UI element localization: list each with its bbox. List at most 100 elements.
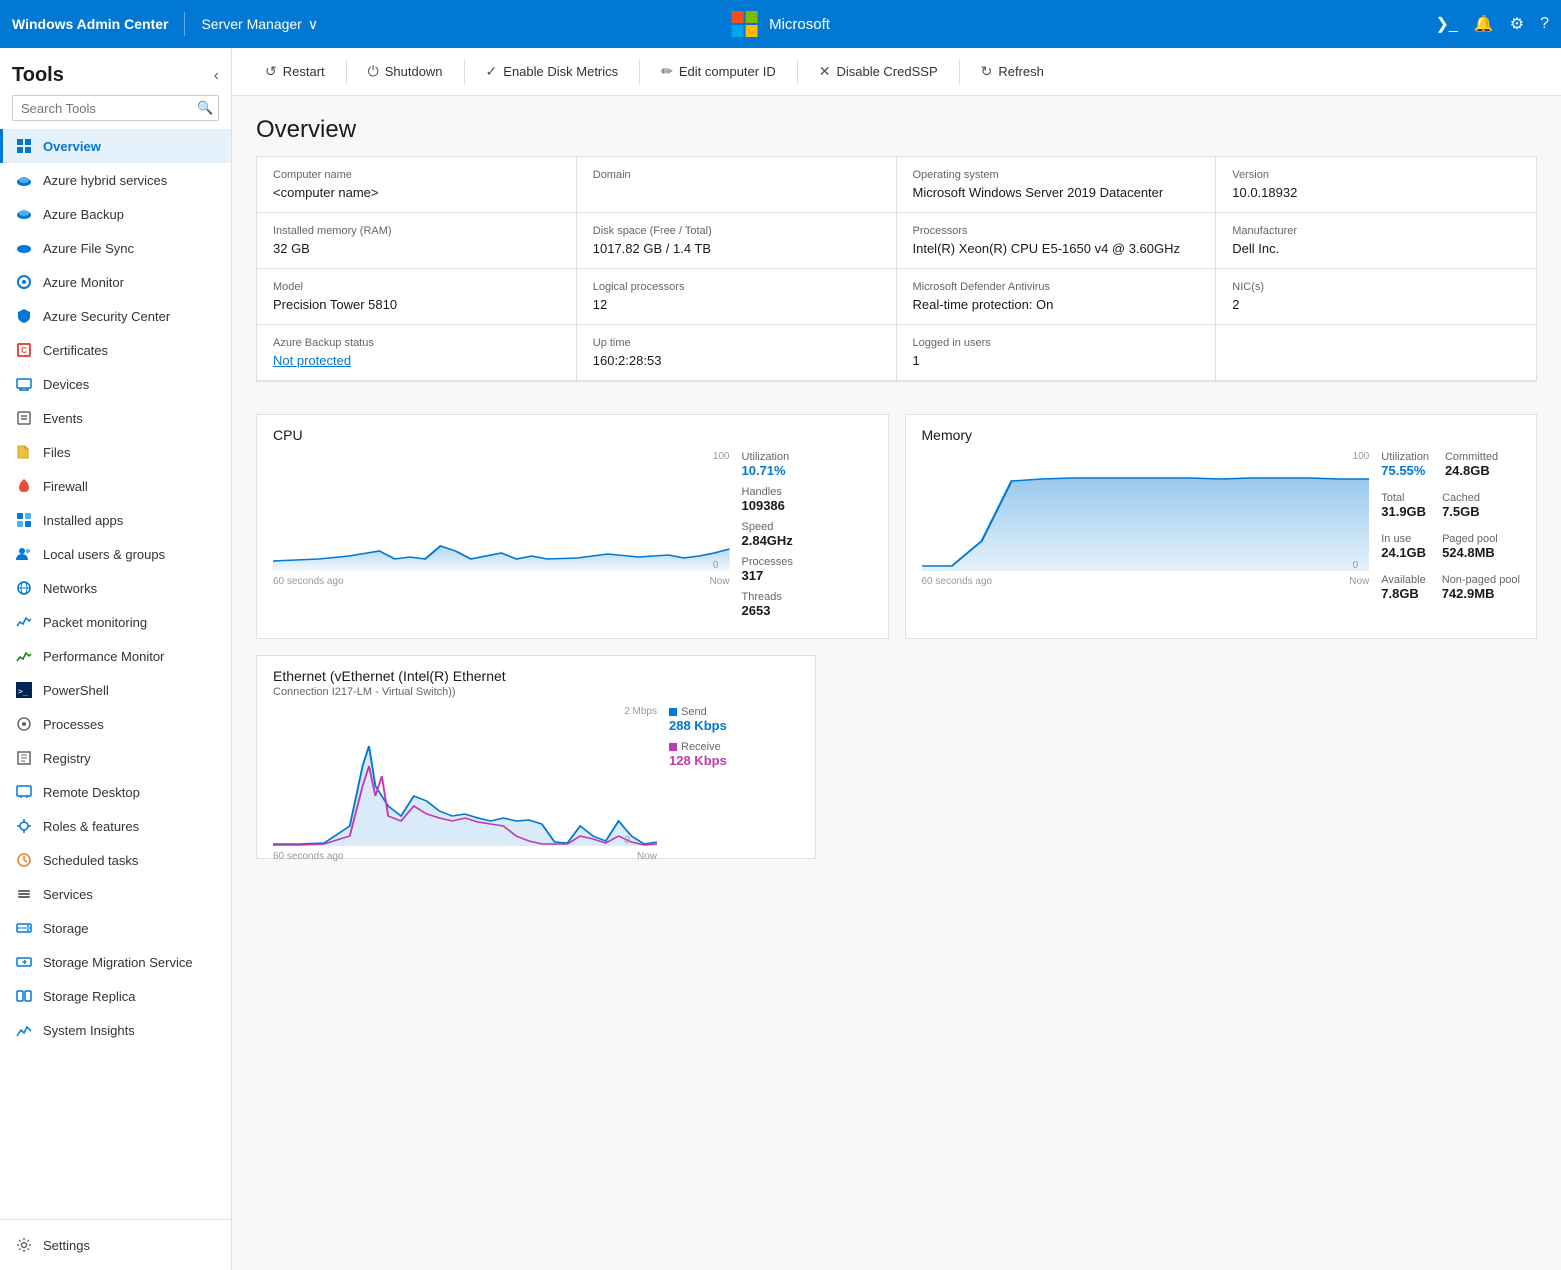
sidebar-item-azure-backup[interactable]: Azure Backup	[0, 197, 231, 231]
packet-monitoring-icon	[15, 613, 33, 631]
sidebar-item-certificates[interactable]: C Certificates	[0, 333, 231, 367]
sidebar-label-registry: Registry	[43, 751, 91, 766]
sidebar-item-installed-apps[interactable]: Installed apps	[0, 503, 231, 537]
toolbar-divider	[464, 60, 465, 84]
disable-credssp-button[interactable]: ✕Disable CredSSP	[806, 56, 951, 87]
memory-stat-1: Committed 24.8GB	[1445, 451, 1498, 478]
sidebar-item-settings[interactable]: Settings	[12, 1228, 219, 1262]
performance-monitor-icon	[15, 647, 33, 665]
shutdown-label: Shutdown	[385, 64, 443, 79]
sidebar-item-azure-file-sync[interactable]: Azure File Sync	[0, 231, 231, 265]
sidebar-item-services[interactable]: Services	[0, 877, 231, 911]
sidebar-item-local-users[interactable]: Local users & groups	[0, 537, 231, 571]
shutdown-button[interactable]: ⏻Shutdown	[355, 56, 456, 87]
sidebar-item-azure-security[interactable]: Azure Security Center	[0, 299, 231, 333]
logo-yellow	[745, 25, 757, 37]
info-label-2-3: NIC(s)	[1232, 281, 1520, 293]
info-label-3-2: Logged in users	[913, 337, 1200, 349]
sidebar-item-azure-hybrid[interactable]: Azure hybrid services	[0, 163, 231, 197]
microsoft-logo: Microsoft	[731, 11, 830, 37]
server-manager-dropdown[interactable]: Server Manager ∨	[201, 16, 318, 33]
sidebar-item-scheduled-tasks[interactable]: Scheduled tasks	[0, 843, 231, 877]
sidebar-item-events[interactable]: Events	[0, 401, 231, 435]
disable-credssp-icon: ✕	[819, 63, 831, 80]
info-cell-0-3: Version 10.0.18932	[1216, 157, 1536, 213]
sidebar-item-performance-monitor[interactable]: Performance Monitor	[0, 639, 231, 673]
sidebar-title: Tools	[12, 64, 64, 87]
cpu-stat-label-1: Handles	[742, 486, 872, 498]
sidebar-item-roles-features[interactable]: Roles & features	[0, 809, 231, 843]
sidebar-item-devices[interactable]: Devices	[0, 367, 231, 401]
info-value-0-3: 10.0.18932	[1232, 185, 1520, 200]
memory-stat-value-5: 524.8MB	[1442, 545, 1498, 560]
sidebar-item-system-insights[interactable]: System Insights	[0, 1013, 231, 1047]
refresh-button[interactable]: ↻Refresh	[968, 56, 1057, 87]
terminal-icon[interactable]: ❯_	[1436, 14, 1458, 34]
search-input[interactable]	[21, 101, 197, 116]
firewall-icon	[15, 477, 33, 495]
refresh-icon: ↻	[981, 63, 993, 80]
sidebar-item-overview[interactable]: Overview	[0, 129, 231, 163]
sidebar-item-registry[interactable]: Registry	[0, 741, 231, 775]
cpu-stat-value-3: 317	[742, 568, 872, 583]
network-time-labels: 60 seconds ago Now	[273, 851, 657, 862]
search-icon: 🔍	[197, 100, 213, 116]
sidebar-item-remote-desktop[interactable]: Remote Desktop	[0, 775, 231, 809]
sidebar-item-processes[interactable]: Processes	[0, 707, 231, 741]
sidebar-item-packet-monitoring[interactable]: Packet monitoring	[0, 605, 231, 639]
info-cell-3-3	[1216, 325, 1536, 381]
network-subtitle: Connection I217-LM - Virtual Switch))	[273, 686, 799, 698]
overview-icon	[15, 137, 33, 155]
settings-icon[interactable]: ⚙	[1510, 14, 1524, 34]
sidebar: Tools ‹ 🔍 Overview Azure hybrid services…	[0, 48, 232, 1270]
sidebar-label-storage: Storage	[43, 921, 89, 936]
sidebar-item-networks[interactable]: Networks	[0, 571, 231, 605]
memory-stat-label-1: Committed	[1445, 451, 1498, 463]
sidebar-label-roles-features: Roles & features	[43, 819, 139, 834]
help-icon[interactable]: ?	[1540, 15, 1549, 33]
cpu-stat-4: Threads 2653	[742, 591, 872, 618]
sidebar-label-local-users: Local users & groups	[43, 547, 165, 562]
logo-red	[731, 11, 743, 23]
info-value-2-0: Precision Tower 5810	[273, 297, 560, 312]
notification-icon[interactable]: 🔔	[1474, 14, 1494, 34]
sidebar-item-files[interactable]: Files	[0, 435, 231, 469]
memory-stat-value-7: 742.9MB	[1442, 586, 1520, 601]
app-layout: Tools ‹ 🔍 Overview Azure hybrid services…	[0, 48, 1561, 1270]
sidebar-label-storage-migration: Storage Migration Service	[43, 955, 193, 970]
cpu-time-labels: 60 seconds ago Now	[273, 576, 730, 587]
storage-icon	[15, 919, 33, 937]
network-legend-0	[669, 708, 677, 716]
sidebar-item-storage-replica[interactable]: Storage Replica	[0, 979, 231, 1013]
memory-chart-card: Memory	[905, 414, 1538, 639]
sidebar-item-storage[interactable]: Storage	[0, 911, 231, 945]
sidebar-label-firewall: Firewall	[43, 479, 88, 494]
cpu-stat-0: Utilization 10.71%	[742, 451, 872, 478]
sidebar-item-powershell[interactable]: >_ PowerShell	[0, 673, 231, 707]
sidebar-collapse-button[interactable]: ‹	[214, 67, 219, 85]
enable-disk-metrics-button[interactable]: ✓Enable Disk Metrics	[473, 56, 632, 87]
network-stats: Send 288 KbpsReceive 128 Kbps	[669, 706, 799, 846]
info-grid: Computer name<computer name>DomainOperat…	[256, 156, 1537, 382]
roles-features-icon	[15, 817, 33, 835]
cpu-stat-value-4: 2653	[742, 603, 872, 618]
sidebar-item-azure-monitor[interactable]: Azure Monitor	[0, 265, 231, 299]
azure-file-sync-icon	[15, 239, 33, 257]
info-label-0-3: Version	[1232, 169, 1520, 181]
info-value-3-0[interactable]: Not protected	[273, 353, 560, 368]
info-cell-2-3: NIC(s)2	[1216, 269, 1536, 325]
sidebar-item-storage-migration[interactable]: Storage Migration Service	[0, 945, 231, 979]
logo-blue	[731, 25, 743, 37]
memory-chart-area: 100 0 60 seconds ago Now Utilization 75.…	[922, 451, 1521, 615]
info-label-3-0: Azure Backup status	[273, 337, 560, 349]
info-cell-0-0: Computer name<computer name>	[257, 157, 577, 213]
page-header: Overview	[232, 96, 1561, 156]
memory-stat-label-5: Paged pool	[1442, 533, 1498, 545]
sidebar-item-firewall[interactable]: Firewall	[0, 469, 231, 503]
devices-icon	[15, 375, 33, 393]
edit-computer-id-button[interactable]: ✏Edit computer ID	[648, 56, 789, 87]
sidebar-header: Tools ‹	[0, 48, 231, 95]
edit-computer-id-label: Edit computer ID	[679, 64, 776, 79]
restart-button[interactable]: ↺Restart	[252, 56, 338, 87]
installed-apps-icon	[15, 511, 33, 529]
